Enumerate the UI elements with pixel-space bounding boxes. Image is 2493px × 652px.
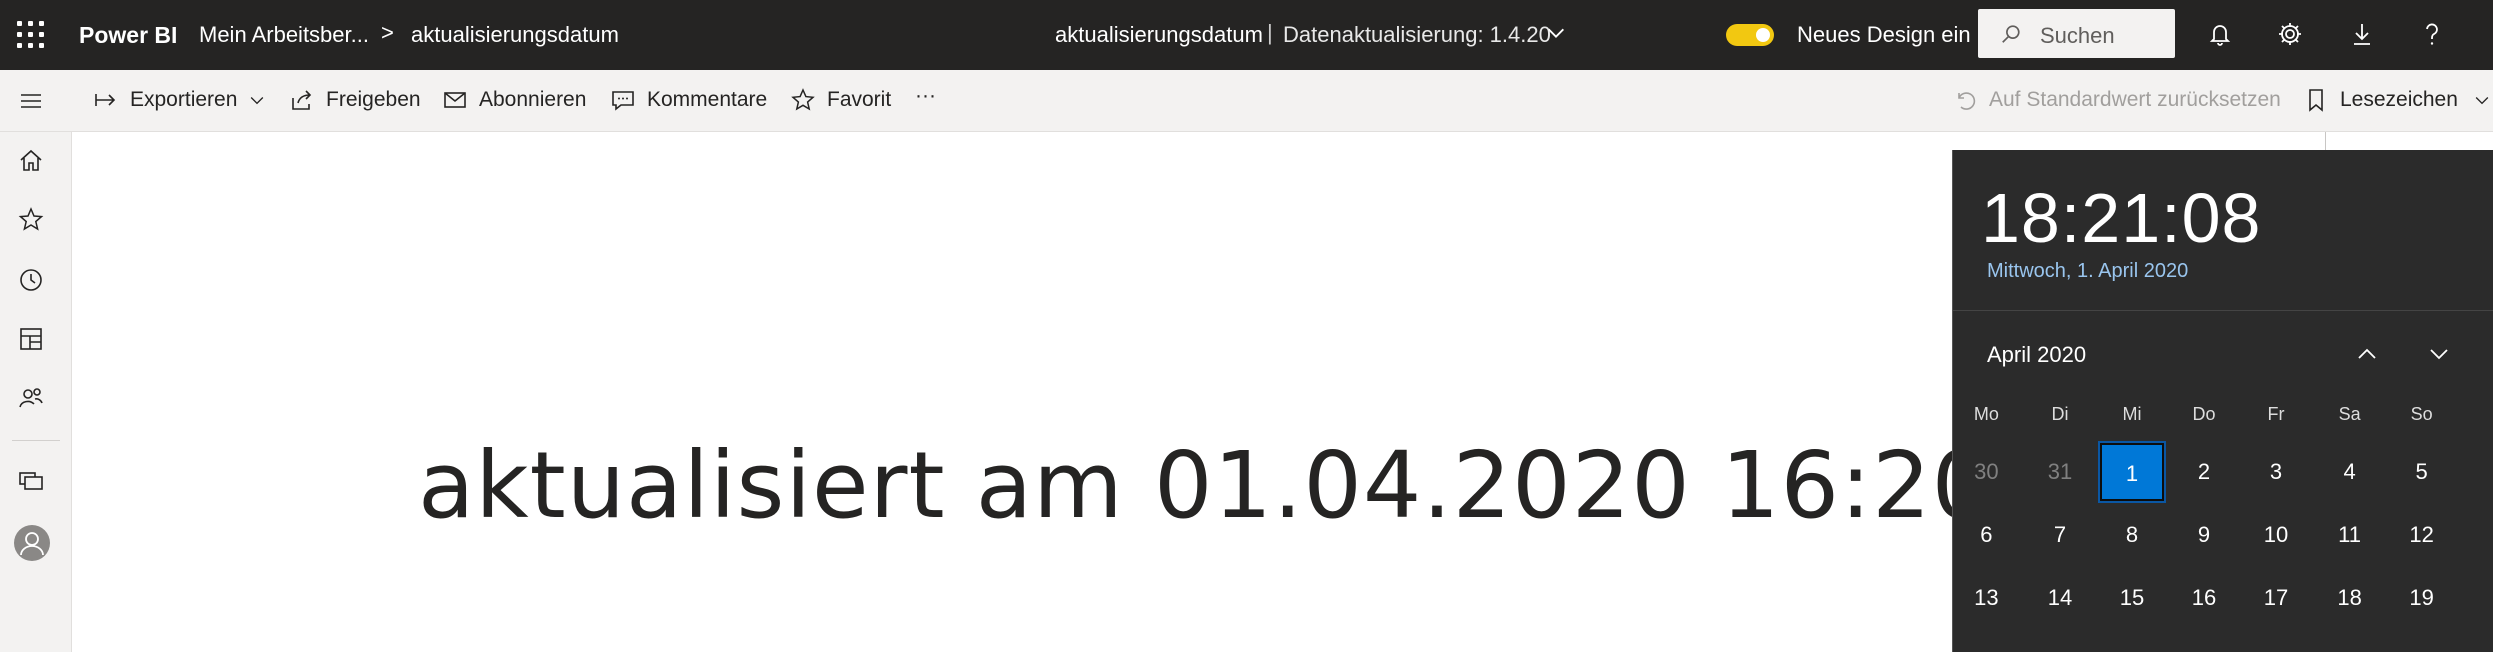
bell-icon[interactable] (2206, 20, 2234, 48)
calendar-day[interactable]: 3 (2244, 443, 2308, 501)
weekday-label: Mo (1973, 404, 1999, 424)
chevron-up-icon[interactable] (2353, 340, 2381, 368)
share-label: Freigeben (326, 88, 421, 111)
calendar-day[interactable]: 10 (2244, 506, 2308, 564)
calendar-day[interactable]: 2 (2172, 443, 2236, 501)
app-launcher-icon[interactable] (17, 21, 44, 48)
weekday-label: Mi (2122, 404, 2142, 424)
reset-default-button[interactable]: Auf Standardwert zurücksetzen (1953, 88, 2281, 112)
weekday-label: Sa (2338, 404, 2361, 424)
shared-with-me-icon[interactable] (17, 384, 45, 412)
undo-icon (1958, 92, 1976, 110)
chevron-down-icon (251, 97, 264, 105)
apps-icon[interactable] (17, 325, 45, 353)
new-design-label: Neues Design ein (1797, 22, 1971, 47)
subscribe-button[interactable]: Abonnieren (443, 88, 586, 112)
calendar-day[interactable]: 6 (1954, 506, 2018, 564)
brand-name[interactable]: Power BI (79, 22, 177, 49)
calendar-day[interactable]: 17 (2244, 569, 2308, 627)
weekday-label: So (2410, 404, 2433, 424)
divider (1953, 310, 2493, 311)
breadcrumb-report[interactable]: aktualisierungsdatum (411, 22, 619, 48)
workspaces-icon[interactable] (17, 467, 45, 495)
download-icon[interactable] (2348, 20, 2376, 48)
weekday-label: Di (2051, 404, 2069, 424)
weekday-label: Do (2192, 404, 2216, 424)
star-icon (791, 88, 815, 111)
calendar-day[interactable]: 1 (2098, 441, 2166, 503)
calendar-day[interactable]: 19 (2390, 569, 2454, 627)
share-icon (292, 90, 312, 110)
chevron-down-icon[interactable] (1545, 22, 1567, 44)
chevron-down-icon (2475, 97, 2489, 105)
calendar-day[interactable]: 14 (2028, 569, 2092, 627)
breadcrumb-separator: > (381, 20, 394, 45)
nav-divider (12, 440, 60, 441)
calendar-day[interactable]: 9 (2172, 506, 2236, 564)
left-nav (0, 94, 72, 652)
data-refresh-info[interactable]: Datenaktualisierung: 1.4.20 (1283, 22, 1551, 48)
gear-icon[interactable] (2276, 20, 2304, 48)
hamburger-icon[interactable] (17, 87, 45, 115)
clock-calendar-flyout: 18:21:08 Mittwoch, 1. April 2020 April 2… (1952, 150, 2493, 652)
mail-icon (444, 92, 466, 108)
help-icon[interactable] (2418, 20, 2446, 48)
share-button[interactable]: Freigeben (290, 88, 421, 112)
calendar-day[interactable]: 18 (2318, 569, 2382, 627)
favorites-icon[interactable] (17, 206, 45, 234)
search-icon (2000, 23, 2022, 45)
clock-time: 18:21:08 (1981, 179, 2262, 257)
comments-label: Kommentare (647, 88, 768, 111)
calendar-day[interactable]: 4 (2318, 443, 2382, 501)
more-options-button[interactable]: ··· (915, 84, 936, 108)
calendar-day[interactable]: 8 (2100, 506, 2164, 564)
export-label: Exportieren (130, 88, 238, 111)
calendar-day[interactable]: 5 (2390, 443, 2454, 501)
avatar[interactable] (14, 525, 50, 561)
bookmark-icon (2309, 89, 2323, 112)
calendar-day[interactable]: 11 (2318, 506, 2382, 564)
new-design-toggle[interactable] (1726, 24, 1774, 46)
comment-icon (612, 91, 634, 111)
calendar-day[interactable]: 30 (1954, 443, 2018, 501)
action-bar: Exportieren Freigeben Abonnieren Komment… (0, 70, 2493, 132)
recent-icon[interactable] (17, 266, 45, 294)
subscribe-label: Abonnieren (479, 88, 587, 111)
user-icon (20, 532, 44, 556)
more-icon: ··· (915, 84, 936, 107)
top-bar: Power BI Mein Arbeitsber... > aktualisie… (0, 0, 2493, 70)
weekday-label: Fr (2267, 404, 2285, 424)
refresh-date-card: aktualisiert am 01.04.2020 16:20:15 (418, 432, 2143, 539)
search-box[interactable]: Suchen (1978, 9, 2175, 58)
reset-default-label: Auf Standardwert zurücksetzen (1989, 88, 2281, 111)
calendar-month-label[interactable]: April 2020 (1987, 342, 2086, 368)
favorite-label: Favorit (827, 88, 892, 111)
clock-date-link[interactable]: Mittwoch, 1. April 2020 (1987, 260, 2188, 283)
search-placeholder: Suchen (2040, 23, 2115, 48)
calendar-day[interactable]: 16 (2172, 569, 2236, 627)
bookmarks-label: Lesezeichen (2340, 88, 2458, 111)
favorite-button[interactable]: Favorit (791, 88, 891, 112)
calendar-day[interactable]: 13 (1954, 569, 2018, 627)
bookmarks-button[interactable]: Lesezeichen (2304, 88, 2492, 112)
chevron-down-icon[interactable] (2425, 340, 2453, 368)
title-divider: | (1267, 20, 1273, 45)
divider (2325, 132, 2326, 152)
breadcrumb-workspace[interactable]: Mein Arbeitsber... (199, 22, 369, 48)
home-icon[interactable] (17, 147, 45, 175)
export-button[interactable]: Exportieren (94, 88, 267, 112)
calendar-day[interactable]: 12 (2390, 506, 2454, 564)
calendar-day[interactable]: 7 (2028, 506, 2092, 564)
export-icon (95, 94, 116, 106)
calendar-day[interactable]: 15 (2100, 569, 2164, 627)
report-canvas: aktualisiert am 01.04.2020 16:20:15 (73, 132, 2141, 652)
report-title: aktualisierungsdatum (1055, 22, 1263, 47)
comments-button[interactable]: Kommentare (611, 88, 767, 112)
calendar-day[interactable]: 31 (2028, 443, 2092, 501)
